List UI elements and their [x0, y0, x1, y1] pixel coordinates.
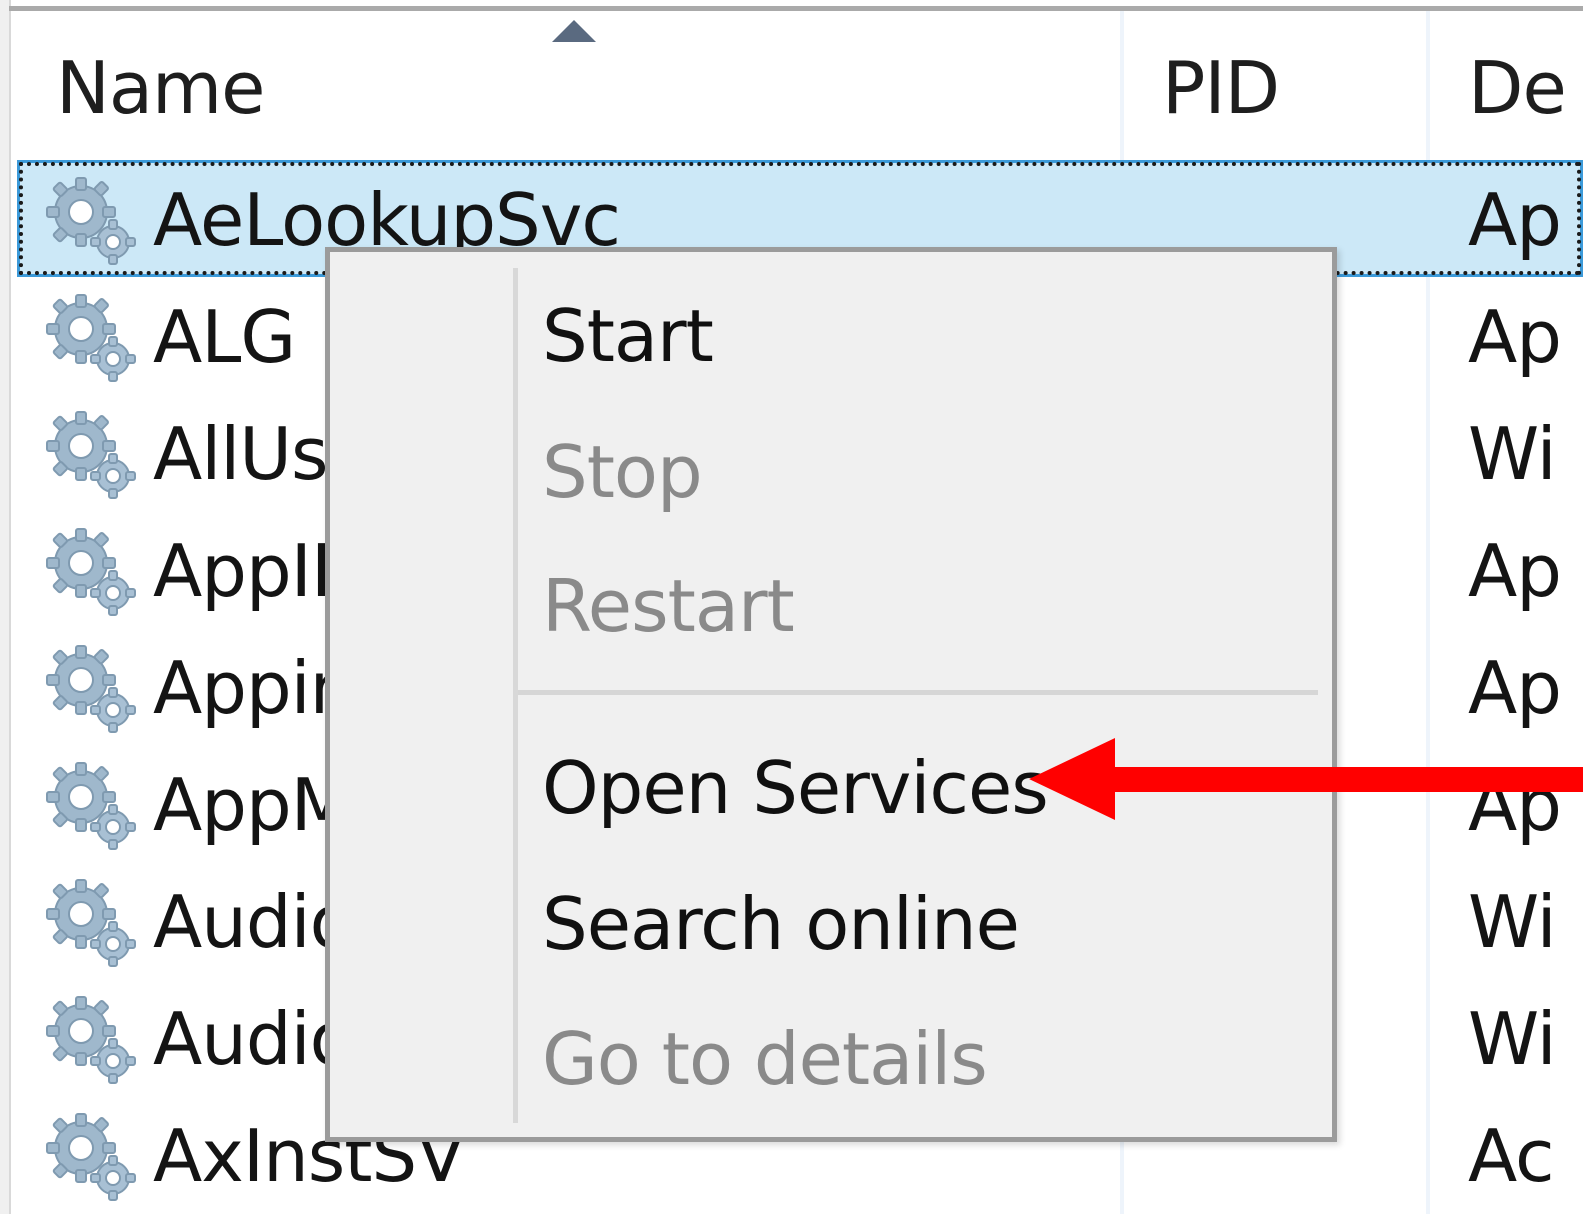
menu-item-go-to-details[interactable]: Go to details [518, 997, 1328, 1123]
menu-item-label: Go to details [542, 1017, 988, 1101]
menu-item-label: Start [542, 294, 714, 378]
service-name: Audio [153, 997, 354, 1081]
menu-item-restart[interactable]: Restart [518, 544, 1328, 670]
service-name: ALG [153, 295, 296, 379]
gear-icon [43, 523, 139, 619]
gear-icon [43, 172, 139, 268]
service-description: Ap [1468, 531, 1562, 611]
service-name: AllUs [153, 412, 328, 496]
menu-item-label: Search online [542, 882, 1020, 966]
menu-item-search-online[interactable]: Search online [518, 862, 1328, 988]
service-description: Wi [1468, 414, 1557, 494]
sort-up-icon [552, 20, 596, 42]
menu-item-start[interactable]: Start [518, 274, 1328, 400]
service-description: Ap [1468, 297, 1562, 377]
red-arrow-icon [1029, 738, 1583, 820]
column-header-name[interactable]: Name [56, 48, 265, 128]
service-name: Audio [153, 880, 354, 964]
gear-icon [43, 640, 139, 736]
gear-icon [43, 1108, 139, 1204]
gear-icon [43, 757, 139, 853]
service-description: Ap [1468, 180, 1562, 260]
menu-item-label: Open Services [542, 746, 1049, 830]
gear-icon [43, 406, 139, 502]
gear-icon [43, 874, 139, 970]
gear-icon [43, 991, 139, 1087]
service-description: Wi [1468, 882, 1557, 962]
menu-item-stop[interactable]: Stop [518, 410, 1328, 536]
menu-item-label: Stop [542, 430, 703, 514]
menu-item-label: Restart [542, 564, 795, 648]
column-header-pid[interactable]: PID [1162, 48, 1280, 128]
window-left-edge [0, 0, 11, 1214]
gear-icon [43, 289, 139, 385]
context-menu: Start Stop Restart Open Services Search … [325, 247, 1337, 1142]
service-name: AppM [153, 763, 353, 847]
service-description: Ac [1468, 1116, 1555, 1196]
services-tab: Name PID De AeLookupSvc Ap ALG Ap AllUs … [0, 0, 1583, 1214]
column-header-description[interactable]: De [1468, 48, 1583, 128]
service-description: Ap [1468, 648, 1562, 728]
menu-separator [518, 690, 1318, 695]
service-description: Wi [1468, 999, 1557, 1079]
